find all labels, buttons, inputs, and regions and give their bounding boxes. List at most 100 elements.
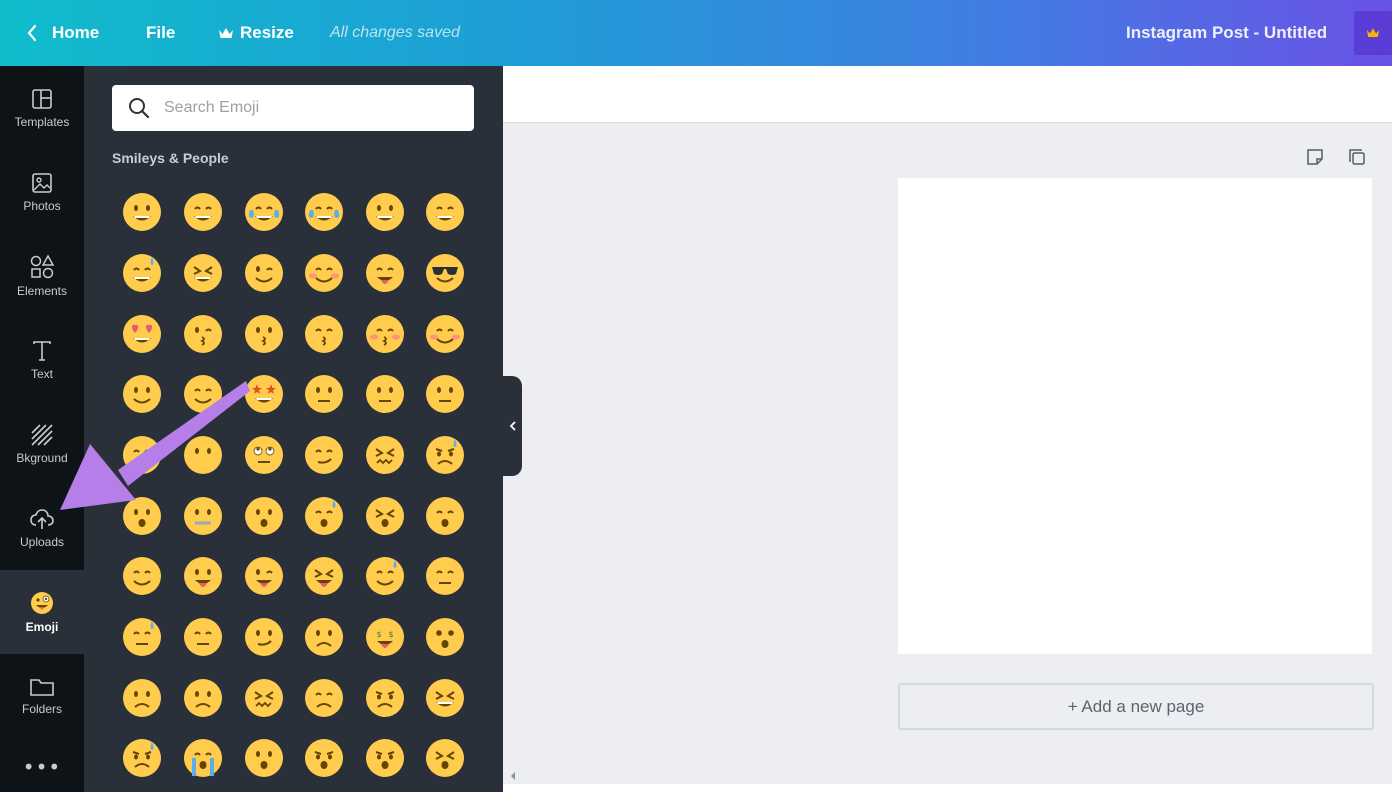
emoji-kissing-closed-eyes[interactable] (365, 314, 405, 354)
emoji-stuck-out-tongue-closed-eyes[interactable] (304, 556, 344, 596)
emoji-astonished[interactable] (425, 617, 465, 657)
emoji-money-mouth[interactable]: $ $ (365, 617, 405, 657)
emoji-no-mouth[interactable] (183, 435, 223, 475)
emoji-fearful[interactable] (365, 738, 405, 778)
emoji-sweat[interactable] (122, 617, 162, 657)
emoji-slight-frown[interactable] (183, 678, 223, 718)
emoji-grinning[interactable] (122, 192, 162, 232)
background-icon (31, 424, 53, 446)
emoji-heart-eyes-icon (123, 315, 161, 353)
emoji-stuck-out-tongue[interactable] (183, 556, 223, 596)
emoji-anguished[interactable] (304, 738, 344, 778)
emoji-thinking[interactable] (304, 374, 344, 414)
resize-button[interactable]: Resize (218, 0, 294, 66)
emoji-smile[interactable] (425, 192, 465, 232)
emoji-smirk[interactable] (304, 435, 344, 475)
more-button[interactable]: ••• (0, 752, 84, 782)
search-input[interactable] (162, 98, 466, 118)
emoji-kissing[interactable] (244, 314, 284, 354)
emoji-kissing-heart[interactable] (183, 314, 223, 354)
emoji-grin[interactable] (183, 192, 223, 232)
emoji-confounded[interactable] (244, 678, 284, 718)
emoji-neutral[interactable] (425, 374, 465, 414)
emoji-weary[interactable] (425, 738, 465, 778)
emoji-sob[interactable] (183, 738, 223, 778)
nav-item-emoji[interactable]: Emoji (0, 570, 84, 654)
collapse-panel-button[interactable] (503, 376, 522, 476)
emoji-expressionless-icon (123, 436, 161, 474)
emoji-hushed-icon (245, 497, 283, 535)
emoji-zipper-mouth[interactable] (183, 496, 223, 536)
emoji-sunglasses[interactable] (425, 253, 465, 293)
svg-text:$: $ (376, 630, 381, 639)
file-menu-button[interactable]: File (146, 0, 175, 66)
emoji-expressionless[interactable] (122, 435, 162, 475)
emoji-sweat-smile-icon (123, 254, 161, 292)
emoji-pensive[interactable] (183, 617, 223, 657)
emoji-stuck-out-tongue-icon (184, 557, 222, 595)
duplicate-page-icon[interactable] (1347, 147, 1367, 167)
emoji-persevere[interactable] (365, 435, 405, 475)
emoji-slight-smile[interactable] (122, 374, 162, 414)
emoji-frowning-open[interactable] (244, 738, 284, 778)
emoji-slight-frown-icon (184, 679, 222, 717)
emoji-worried[interactable] (365, 678, 405, 718)
emoji-sleepy[interactable] (304, 496, 344, 536)
nav-item-templates[interactable]: Templates (0, 66, 84, 150)
emoji-smiley[interactable] (365, 192, 405, 232)
nav-item-background[interactable]: Bkground (0, 402, 84, 486)
emoji-upside-down[interactable] (304, 617, 344, 657)
emoji-grinning-icon (123, 193, 161, 231)
emoji-sweat-smile[interactable] (122, 253, 162, 293)
nav-item-text[interactable]: Text (0, 318, 84, 402)
emoji-frowning[interactable] (122, 678, 162, 718)
emoji-heart-eyes[interactable] (122, 314, 162, 354)
svg-text:$: $ (388, 630, 393, 639)
nav-label: Elements (16, 284, 68, 298)
emoji-anguished-icon (305, 739, 343, 777)
upgrade-button[interactable] (1354, 11, 1392, 55)
emoji-unamused[interactable] (425, 556, 465, 596)
emoji-confused[interactable] (244, 617, 284, 657)
nav-item-photos[interactable]: Photos (0, 150, 84, 234)
horizontal-scrollbar[interactable] (503, 768, 1392, 784)
emoji-stuck-out-tongue-closed-eyes-icon (305, 557, 343, 595)
emoji-raised-eyebrow[interactable] (365, 374, 405, 414)
emoji-blush[interactable] (304, 253, 344, 293)
emoji-disappointed-relieved[interactable] (425, 435, 465, 475)
emoji-triumph[interactable] (425, 678, 465, 718)
emoji-cry[interactable] (122, 738, 162, 778)
emoji-drooling[interactable] (365, 556, 405, 596)
emoji-hushed[interactable] (244, 496, 284, 536)
emoji-kissing-smiling-eyes[interactable] (304, 314, 344, 354)
scroll-left-icon[interactable] (509, 771, 517, 781)
emoji-rofl[interactable] (304, 192, 344, 232)
design-page[interactable] (898, 178, 1372, 654)
emoji-wink[interactable] (244, 253, 284, 293)
emoji-relaxed[interactable] (425, 314, 465, 354)
home-button[interactable]: Home (26, 0, 99, 66)
emoji-open-mouth[interactable] (122, 496, 162, 536)
emoji-sleeping-icon (426, 497, 464, 535)
note-icon[interactable] (1305, 147, 1325, 167)
nav-item-uploads[interactable]: Uploads (0, 486, 84, 570)
emoji-relieved[interactable] (122, 556, 162, 596)
emoji-laughing[interactable] (183, 253, 223, 293)
emoji-rolling-eyes[interactable] (244, 435, 284, 475)
emoji-tired[interactable] (365, 496, 405, 536)
emoji-disappointed[interactable] (304, 678, 344, 718)
emoji-joy[interactable] (244, 192, 284, 232)
emoji-stuck-out-tongue-winking[interactable] (244, 556, 284, 596)
document-title[interactable]: Instagram Post - Untitled (1126, 0, 1327, 66)
emoji-hugging[interactable] (183, 374, 223, 414)
emoji-sleeping[interactable] (425, 496, 465, 536)
nav-item-folders[interactable]: Folders (0, 654, 84, 738)
emoji-yum[interactable] (365, 253, 405, 293)
upload-cloud-icon (30, 509, 54, 529)
emoji-open-mouth-icon (123, 497, 161, 535)
nav-item-elements[interactable]: Elements (0, 234, 84, 318)
add-page-button[interactable]: + Add a new page (898, 683, 1374, 730)
search-box[interactable] (112, 85, 474, 131)
emoji-star-struck[interactable] (244, 374, 284, 414)
emoji-neutral-icon (426, 375, 464, 413)
